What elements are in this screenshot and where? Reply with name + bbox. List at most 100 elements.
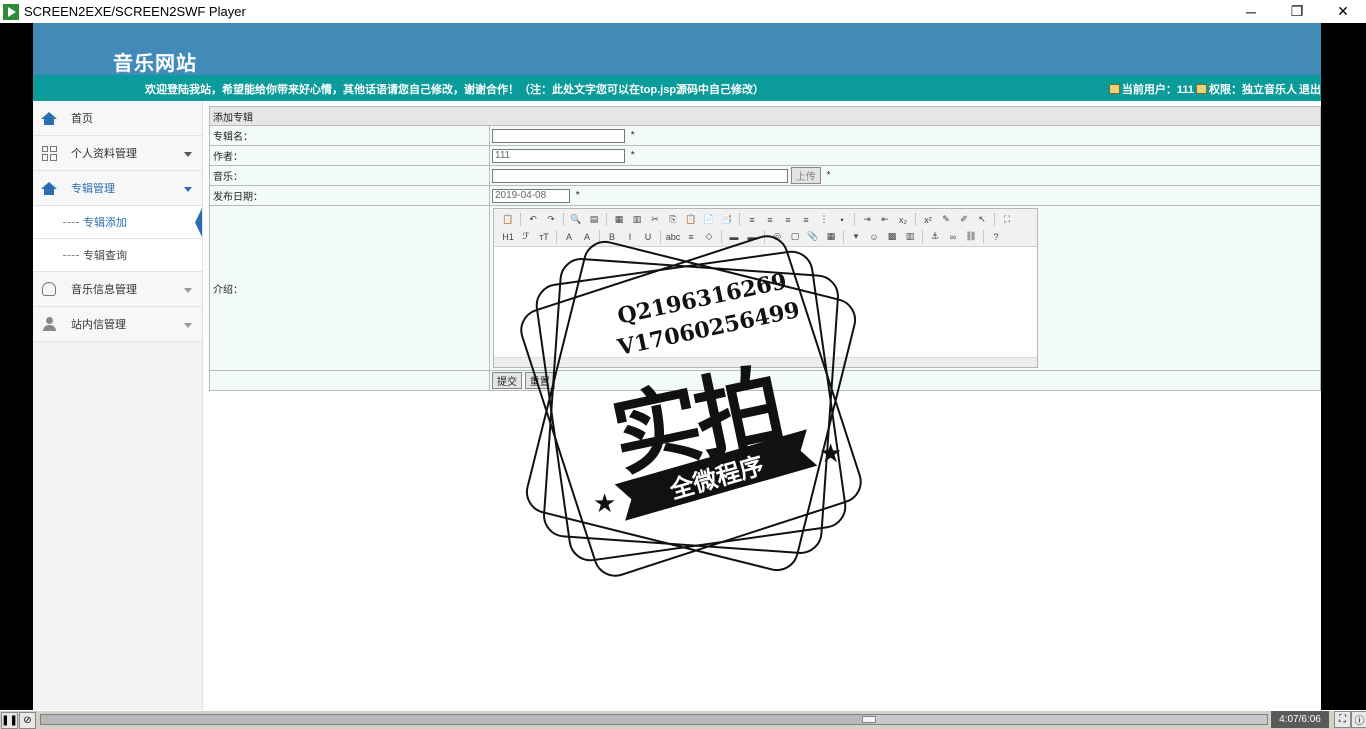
sidebar: 首页 个人资料管理 专辑管理 专辑添加 专辑查询 音乐信息管理 站内信管理 [33,101,203,710]
pause-button[interactable]: ❚❚ [1,711,18,729]
editor-toolbar-button-icon[interactable]: ≡ [780,213,796,227]
editor-toolbar-button-icon[interactable]: ✎ [938,213,954,227]
editor-toolbar-button-icon[interactable]: I [622,230,638,244]
close-button[interactable]: ✕ [1320,0,1366,23]
editor-toolbar-button-icon[interactable]: ≡ [744,213,760,227]
sidebar-subitem-label: 专辑添加 [83,217,127,229]
editor-content-area[interactable] [494,248,1037,357]
editor-toolbar-button-icon[interactable]: 📑 [719,213,735,227]
toolbar-separator [599,230,600,243]
editor-toolbar-button-icon[interactable]: ⛓ [963,230,979,244]
editor-toolbar-button-icon[interactable]: 📎 [805,230,821,244]
editor-toolbar-button-icon[interactable]: ▢ [787,230,803,244]
sidebar-subitem-album-query[interactable]: 专辑查询 [33,239,202,272]
editor-toolbar-button-icon[interactable]: ⇤ [877,213,893,227]
logout-link[interactable]: 退出 [1299,81,1321,97]
home-icon [41,111,57,125]
editor-toolbar-button-icon[interactable]: ▦ [611,213,627,227]
editor-toolbar-button-icon[interactable]: ✐ [956,213,972,227]
editor-toolbar-button-icon[interactable]: ▤ [586,213,602,227]
permission: 权限：独立音乐人 [1209,84,1297,96]
editor-toolbar-button-icon[interactable]: 🔍 [568,213,584,227]
restore-button[interactable]: ❐ [1274,0,1320,23]
editor-toolbar-button-icon[interactable]: ⇥ [859,213,875,227]
editor-toolbar-button-icon[interactable]: ∞ [945,230,961,244]
editor-toolbar-button-icon[interactable]: abc [665,230,681,244]
toolbar-separator [606,213,607,226]
sidebar-item-messages[interactable]: 站内信管理 [33,307,202,342]
reset-button[interactable]: 重置 [524,372,555,389]
required-mark: * [630,150,635,162]
editor-toolbar-row: 📋 ↶ ↷ 🔍 ▤ ▦ ▥ ✂ ⎘ 📋 📄 📑 ≡ ≡ ≡ ≡ ⋮ • ⇥ ⇤ x₂ x² ✎ ✐ ↖ ⛶ [500,211,1031,228]
editor-toolbar-button-icon[interactable]: x² [920,213,936,227]
editor-toolbar-button-icon[interactable]: ◎ [769,230,785,244]
editor-toolbar-button-icon[interactable]: 📄 [701,213,717,227]
editor-toolbar-button-icon[interactable]: B [604,230,620,244]
editor-toolbar-button-icon[interactable]: ▬ [744,230,760,244]
date-label: 发布日期： [209,185,490,206]
sidebar-item-home[interactable]: 首页 [33,101,202,136]
seek-handle[interactable] [861,716,876,723]
sidebar-item-profile[interactable]: 个人资料管理 [33,136,202,171]
editor-toolbar-button-icon[interactable]: ⚓ [927,230,943,244]
editor-toolbar-button-icon[interactable]: ▾ [848,230,864,244]
fit-screen-button[interactable]: ⛶ [1334,711,1351,728]
editor-toolbar-button-icon[interactable]: ? [988,230,1004,244]
editor-toolbar-button-icon[interactable]: ▩ [884,230,900,244]
editor-toolbar-button-icon[interactable]: • [834,213,850,227]
editor-toolbar-button-icon[interactable]: ↖ [974,213,990,227]
grid-icon [41,145,57,161]
music-label: 音乐： [209,165,490,186]
editor-toolbar-button-icon[interactable]: 📋 [683,213,699,227]
editor-toolbar-button-icon[interactable]: ▥ [629,213,645,227]
music-input[interactable] [492,168,788,183]
seek-bar[interactable] [40,714,1268,725]
editor-toolbar-button-icon[interactable]: ☺ [866,230,882,244]
sidebar-item-music[interactable]: 音乐信息管理 [33,272,202,307]
loop-button[interactable]: ⊘ [19,711,36,729]
editor-toolbar-button-icon[interactable]: U [640,230,656,244]
editor-toolbar-button-icon[interactable]: ✂ [647,213,663,227]
editor-toolbar-button-icon[interactable]: тT [536,230,552,244]
toolbar-separator [660,230,661,243]
editor-toolbar-button-icon[interactable]: ≡ [762,213,778,227]
editor-toolbar-button-icon[interactable]: A [561,230,577,244]
editor-toolbar-button-icon[interactable]: ≡ [798,213,814,227]
editor-toolbar-button-icon[interactable]: H1 [500,230,516,244]
editor-toolbar-button-icon[interactable]: ↷ [543,213,559,227]
app-icon [3,3,19,20]
sidebar-subitem-album-add[interactable]: 专辑添加 [33,206,202,239]
editor-toolbar-button-icon[interactable]: ▥ [902,230,918,244]
release-date-input[interactable] [492,188,570,203]
toolbar-separator [520,213,521,226]
user-icon [1108,84,1120,94]
sidebar-item-albums[interactable]: 专辑管理 [33,171,202,206]
editor-toolbar-button-icon[interactable]: 📋 [500,213,516,227]
sidebar-item-label: 首页 [71,113,93,125]
playback-time: 4:07/6:06 [1271,711,1329,728]
chevron-down-icon [184,152,192,157]
submit-button[interactable]: 提交 [492,372,522,389]
editor-toolbar-button-icon[interactable]: ⎘ [665,213,681,227]
editor-toolbar-button-icon[interactable]: A [579,230,595,244]
toolbar-separator [915,213,916,226]
editor-toolbar-button-icon[interactable]: ▬ [726,230,742,244]
minimize-button[interactable]: ─ [1228,0,1274,23]
info-button[interactable]: ⓘ [1351,711,1366,728]
toolbar-separator [994,213,995,226]
sidebar-item-label: 个人资料管理 [71,148,137,160]
editor-toolbar-button-icon[interactable]: ◇ [701,230,717,244]
editor-toolbar-button-icon[interactable]: x₂ [895,213,911,227]
editor-resize-bar[interactable] [494,357,1037,367]
form-caption: 添加专辑 [209,106,1321,126]
upload-button[interactable]: 上传 [790,167,821,184]
home-icon [41,181,57,195]
editor-toolbar-button-icon[interactable]: ⛶ [999,213,1015,227]
editor-toolbar-button-icon[interactable]: ↶ [525,213,541,227]
album-name-input[interactable] [492,128,625,143]
author-input[interactable] [492,148,625,163]
editor-toolbar-button-icon[interactable]: ≡ [683,230,699,244]
editor-toolbar-button-icon[interactable]: ▦ [823,230,839,244]
editor-toolbar-button-icon[interactable]: ⋮ [816,213,832,227]
editor-toolbar-button-icon[interactable]: ℱ [518,230,534,244]
